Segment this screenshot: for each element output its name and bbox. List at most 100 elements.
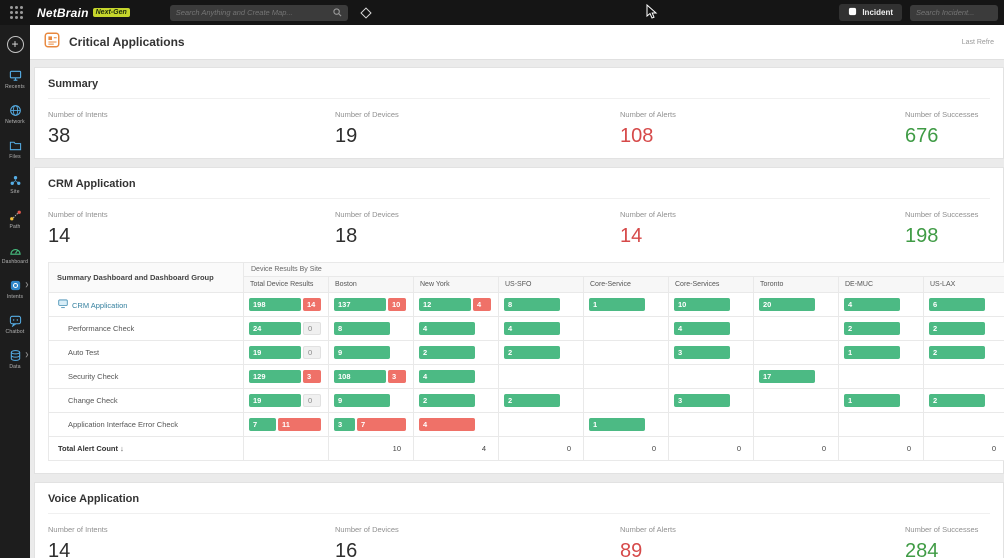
metric-value: 14	[620, 226, 905, 246]
next-gen-badge: Next-Gen	[93, 8, 130, 17]
logo-text: NetBrain	[37, 6, 89, 20]
row-label-performance-check[interactable]: Performance Check	[49, 317, 244, 341]
row-label-change-check[interactable]: Change Check	[49, 389, 244, 413]
row-label-text: Security Check	[68, 372, 118, 381]
global-search-input[interactable]	[176, 8, 333, 17]
result-cell: 19814	[244, 293, 329, 317]
sidebar-item-label: Files	[9, 154, 21, 160]
sidebar-item-intents[interactable]: Intents❯	[0, 278, 30, 300]
result-pill-green: 12	[419, 298, 471, 311]
result-cell: 3	[669, 341, 754, 365]
result-cell	[669, 413, 754, 437]
sidebar-item-data[interactable]: Data❯	[0, 348, 30, 370]
app-launcher-icon[interactable]	[10, 6, 23, 19]
result-cell: 4	[414, 413, 499, 437]
section-title-voice-application: Voice Application	[48, 493, 990, 514]
result-cell: 2	[499, 341, 584, 365]
sidebar-item-recents[interactable]: Recents	[0, 68, 30, 90]
result-cell: 2	[414, 389, 499, 413]
result-pill-red: 10	[388, 298, 406, 311]
result-cell: 1293	[244, 365, 329, 389]
result-cell	[924, 413, 1004, 437]
total-alert-value: 0	[584, 437, 669, 461]
metric-label: Number of Successes	[905, 210, 990, 219]
result-cell	[499, 413, 584, 437]
column-header-de-muc: DE-MUC	[839, 277, 924, 293]
row-label-text: Auto Test	[68, 348, 99, 357]
result-cell: 17	[754, 365, 839, 389]
metric-label: Number of Devices	[335, 210, 620, 219]
row-label-application-interface-error-check[interactable]: Application Interface Error Check	[49, 413, 244, 437]
result-cell: 10	[669, 293, 754, 317]
incident-button[interactable]: Incident	[839, 4, 902, 21]
result-pill-green: 8	[504, 298, 560, 311]
total-alert-value: 0	[924, 437, 1004, 461]
result-cell: 13710	[329, 293, 414, 317]
result-pill-green: 2	[929, 322, 985, 335]
sidebar-items: Recents Network Files Site Path Dashboard Inte…	[0, 68, 30, 383]
recents-icon	[8, 68, 22, 82]
summary-section: Summary Number of Intents38Number of Dev…	[34, 67, 1004, 159]
column-header-core-service: Core-Service	[584, 277, 669, 293]
metric-label: Number of Devices	[335, 110, 620, 119]
result-pill-green: 9	[334, 394, 390, 407]
sidebar-item-chatbot[interactable]: Chatbot	[0, 313, 30, 335]
result-cell	[754, 341, 839, 365]
sidebar-item-site[interactable]: Site	[0, 173, 30, 195]
total-alert-count-text: Total Alert Count	[58, 444, 120, 453]
metric-value: 108	[620, 126, 905, 146]
sidebar-item-network[interactable]: Network	[0, 103, 30, 125]
result-cell: 2	[924, 317, 1004, 341]
sidebar-item-dashboard[interactable]: Dashboard	[0, 243, 30, 265]
result-cell	[584, 389, 669, 413]
result-pill-green: 9	[334, 346, 390, 359]
result-pill-green: 4	[504, 322, 560, 335]
metric-value: 18	[335, 226, 620, 246]
result-cell: 1	[839, 389, 924, 413]
metric-number-of-successes: Number of Successes198	[905, 210, 990, 246]
result-cell	[499, 365, 584, 389]
row-label-crm-application[interactable]: CRM Application	[49, 293, 244, 317]
total-alert-value: 0	[499, 437, 584, 461]
metric-number-of-alerts: Number of Alerts108	[620, 110, 905, 146]
result-cell: 711	[244, 413, 329, 437]
sidebar-item-label: Dashboard	[2, 259, 28, 265]
result-pill-red: 3	[388, 370, 406, 383]
incident-icon	[848, 7, 857, 18]
column-header-new-york: New York	[414, 277, 499, 293]
mouse-cursor	[646, 4, 658, 25]
total-alert-count-label[interactable]: Total Alert Count ↓	[49, 437, 244, 461]
sidebar-item-label: Site	[10, 189, 19, 195]
result-cell	[669, 365, 754, 389]
row-label-text: Performance Check	[68, 324, 134, 333]
metric-label: Number of Successes	[905, 525, 990, 534]
incident-search-input[interactable]	[916, 8, 1004, 17]
row-label-security-check[interactable]: Security Check	[49, 365, 244, 389]
sort-descending-icon: ↓	[120, 444, 124, 453]
total-alert-value: 0	[669, 437, 754, 461]
map-diamond-icon[interactable]	[360, 7, 371, 18]
metric-value: 284	[905, 541, 990, 558]
result-pill-green: 7	[249, 418, 276, 431]
last-refresh-label[interactable]: Last Refre	[962, 39, 994, 46]
add-button[interactable]: +	[7, 36, 24, 53]
search-icon[interactable]	[333, 4, 342, 22]
sidebar-item-files[interactable]: Files	[0, 138, 30, 160]
result-pill-green: 6	[929, 298, 985, 311]
result-pill-green: 8	[334, 322, 390, 335]
result-pill-green: 4	[419, 322, 475, 335]
result-cell: 9	[329, 341, 414, 365]
metric-number-of-intents: Number of Intents14	[48, 210, 335, 246]
row-label-auto-test[interactable]: Auto Test	[49, 341, 244, 365]
body-row: + Recents Network Files Site Path Dashboard In…	[0, 25, 1004, 558]
row-label-text: Application Interface Error Check	[68, 420, 178, 429]
critical-applications-icon	[43, 31, 61, 54]
result-cell	[754, 389, 839, 413]
metric-value: 89	[620, 541, 905, 558]
sidebar-item-path[interactable]: Path	[0, 208, 30, 230]
table-row: Change Check190922312	[49, 389, 1004, 413]
result-pill-green: 24	[249, 322, 301, 335]
netbrain-logo: NetBrain Next-Gen	[37, 6, 130, 20]
sidebar-item-label: Network	[5, 119, 25, 125]
result-cell: 1083	[329, 365, 414, 389]
